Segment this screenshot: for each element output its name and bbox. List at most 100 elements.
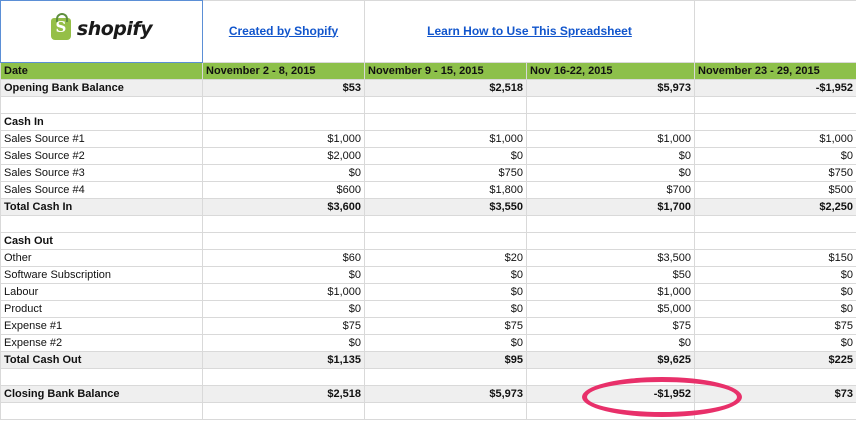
value-cell[interactable]: $0 bbox=[694, 147, 856, 165]
column-header[interactable]: Date bbox=[0, 62, 203, 80]
created-by-cell[interactable]: Created by Shopify bbox=[202, 0, 365, 63]
value-cell[interactable] bbox=[526, 96, 695, 114]
row-label-cell[interactable]: Total Cash In bbox=[0, 198, 203, 216]
value-cell[interactable]: $0 bbox=[202, 164, 365, 182]
row-label-cell[interactable]: Sales Source #2 bbox=[0, 147, 203, 165]
column-header[interactable]: November 2 - 8, 2015 bbox=[202, 62, 365, 80]
value-cell[interactable]: $1,135 bbox=[202, 351, 365, 369]
value-cell[interactable]: $0 bbox=[694, 300, 856, 318]
value-cell[interactable]: $2,250 bbox=[694, 198, 856, 216]
created-by-shopify-link[interactable]: Created by Shopify bbox=[229, 24, 338, 38]
column-header[interactable]: November 23 - 29, 2015 bbox=[694, 62, 856, 80]
value-cell[interactable]: $225 bbox=[694, 351, 856, 369]
value-cell[interactable]: $0 bbox=[694, 334, 856, 352]
value-cell[interactable]: $1,700 bbox=[526, 198, 695, 216]
value-cell[interactable] bbox=[364, 113, 527, 131]
value-cell[interactable]: $2,518 bbox=[364, 79, 527, 97]
value-cell[interactable]: $20 bbox=[364, 249, 527, 267]
value-cell[interactable] bbox=[364, 232, 527, 250]
value-cell[interactable]: $75 bbox=[526, 317, 695, 335]
value-cell[interactable] bbox=[526, 368, 695, 386]
value-cell[interactable] bbox=[202, 232, 365, 250]
value-cell[interactable] bbox=[526, 113, 695, 131]
row-label-cell[interactable]: Total Cash Out bbox=[0, 351, 203, 369]
row-label-cell[interactable] bbox=[0, 96, 203, 114]
value-cell[interactable] bbox=[202, 96, 365, 114]
value-cell[interactable]: $3,500 bbox=[526, 249, 695, 267]
value-cell[interactable]: $0 bbox=[526, 147, 695, 165]
value-cell[interactable]: $60 bbox=[202, 249, 365, 267]
value-cell[interactable]: $0 bbox=[202, 334, 365, 352]
value-cell[interactable]: $500 bbox=[694, 181, 856, 199]
row-label-cell[interactable]: Sales Source #1 bbox=[0, 130, 203, 148]
row-label-cell[interactable]: Closing Bank Balance bbox=[0, 385, 203, 403]
empty-header-cell[interactable] bbox=[694, 0, 856, 63]
value-cell[interactable]: $75 bbox=[202, 317, 365, 335]
value-cell[interactable]: $750 bbox=[364, 164, 527, 182]
value-cell[interactable]: $0 bbox=[202, 266, 365, 284]
learn-spreadsheet-link[interactable]: Learn How to Use This Spreadsheet bbox=[427, 24, 632, 38]
value-cell[interactable]: $5,000 bbox=[526, 300, 695, 318]
value-cell[interactable]: $75 bbox=[694, 317, 856, 335]
value-cell[interactable]: $150 bbox=[694, 249, 856, 267]
row-label-cell[interactable]: Expense #1 bbox=[0, 317, 203, 335]
value-cell[interactable]: $3,550 bbox=[364, 198, 527, 216]
value-cell[interactable]: $95 bbox=[364, 351, 527, 369]
value-cell[interactable] bbox=[694, 368, 856, 386]
value-cell[interactable]: $1,000 bbox=[364, 130, 527, 148]
value-cell[interactable] bbox=[364, 402, 527, 420]
value-cell[interactable]: $5,973 bbox=[526, 79, 695, 97]
value-cell[interactable]: $1,800 bbox=[364, 181, 527, 199]
value-cell[interactable] bbox=[694, 402, 856, 420]
row-label-cell[interactable]: Cash In bbox=[0, 113, 203, 131]
value-cell[interactable]: $0 bbox=[526, 164, 695, 182]
column-header[interactable]: November 9 - 15, 2015 bbox=[364, 62, 527, 80]
value-cell[interactable]: $0 bbox=[364, 300, 527, 318]
row-label-cell[interactable]: Sales Source #4 bbox=[0, 181, 203, 199]
value-cell[interactable]: $50 bbox=[526, 266, 695, 284]
value-cell[interactable]: $1,000 bbox=[526, 130, 695, 148]
value-cell[interactable] bbox=[694, 232, 856, 250]
value-cell[interactable]: $750 bbox=[694, 164, 856, 182]
logo-cell[interactable]: S shopify bbox=[0, 0, 203, 63]
learn-cell[interactable]: Learn How to Use This Spreadsheet bbox=[364, 0, 695, 63]
value-cell[interactable] bbox=[526, 215, 695, 233]
row-label-cell[interactable]: Expense #2 bbox=[0, 334, 203, 352]
value-cell[interactable] bbox=[694, 96, 856, 114]
row-label-cell[interactable] bbox=[0, 215, 203, 233]
value-cell[interactable]: $53 bbox=[202, 79, 365, 97]
value-cell[interactable]: $0 bbox=[694, 266, 856, 284]
value-cell[interactable]: -$1,952 bbox=[694, 79, 856, 97]
row-label-cell[interactable]: Labour bbox=[0, 283, 203, 301]
value-cell[interactable]: $5,973 bbox=[364, 385, 527, 403]
value-cell[interactable] bbox=[694, 113, 856, 131]
value-cell[interactable]: $0 bbox=[526, 334, 695, 352]
row-label-cell[interactable]: Opening Bank Balance bbox=[0, 79, 203, 97]
value-cell[interactable]: $1,000 bbox=[694, 130, 856, 148]
value-cell[interactable] bbox=[364, 215, 527, 233]
value-cell[interactable]: $1,000 bbox=[202, 130, 365, 148]
value-cell[interactable]: $0 bbox=[364, 147, 527, 165]
value-cell[interactable]: $3,600 bbox=[202, 198, 365, 216]
value-cell[interactable]: $9,625 bbox=[526, 351, 695, 369]
value-cell[interactable] bbox=[202, 113, 365, 131]
row-label-cell[interactable] bbox=[0, 368, 203, 386]
row-label-cell[interactable]: Product bbox=[0, 300, 203, 318]
value-cell[interactable]: $1,000 bbox=[202, 283, 365, 301]
value-cell[interactable]: $2,518 bbox=[202, 385, 365, 403]
value-cell[interactable]: $2,000 bbox=[202, 147, 365, 165]
value-cell[interactable]: $0 bbox=[364, 334, 527, 352]
value-cell[interactable]: $0 bbox=[364, 266, 527, 284]
value-cell[interactable]: $600 bbox=[202, 181, 365, 199]
row-label-cell[interactable]: Cash Out bbox=[0, 232, 203, 250]
row-label-cell[interactable]: Other bbox=[0, 249, 203, 267]
value-cell[interactable] bbox=[526, 402, 695, 420]
value-cell[interactable]: $75 bbox=[364, 317, 527, 335]
value-cell[interactable] bbox=[526, 232, 695, 250]
value-cell[interactable]: $0 bbox=[694, 283, 856, 301]
highlighted-negative-cell[interactable]: -$1,952 bbox=[526, 385, 695, 403]
value-cell[interactable] bbox=[202, 368, 365, 386]
row-label-cell[interactable] bbox=[0, 402, 203, 420]
value-cell[interactable]: $0 bbox=[202, 300, 365, 318]
value-cell[interactable] bbox=[364, 368, 527, 386]
